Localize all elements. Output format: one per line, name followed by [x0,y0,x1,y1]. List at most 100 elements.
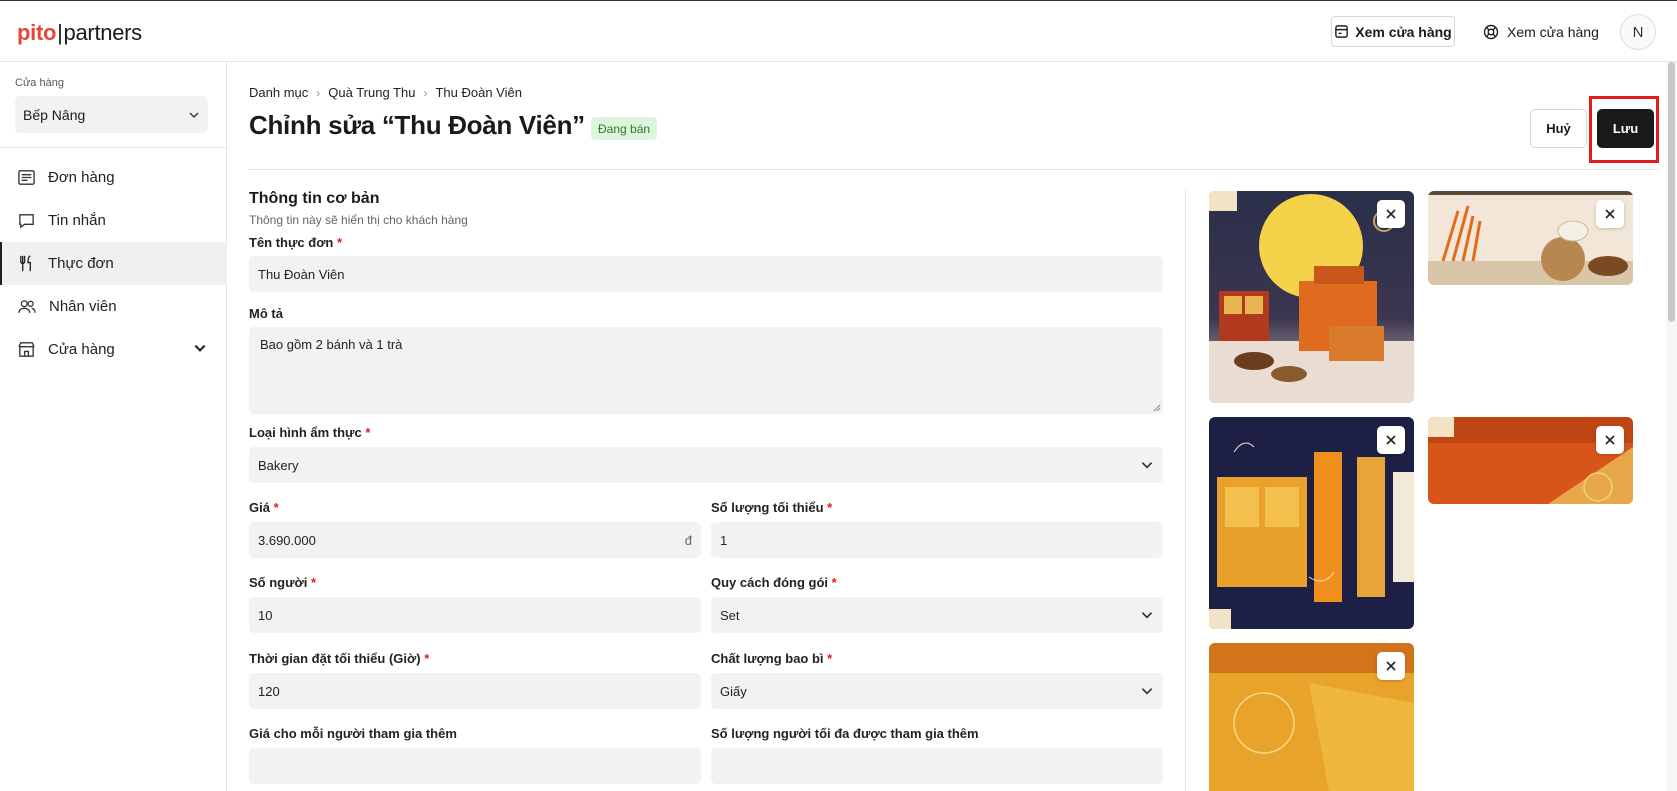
sidebar: Cửa hàng Bếp Nâng Đơn hàng Tin nhắn Thực… [0,62,227,791]
min-qty-label: Số lượng tối thiểu * [711,500,833,515]
store-select-value: Bếp Nâng [23,106,86,123]
logo-pito: pito [17,20,57,45]
header-divider [249,169,1658,170]
description-value: Bao gồm 2 bánh và 1 trà [260,337,403,352]
name-input-value: Thu Đoàn Viên [258,266,345,282]
sidebar-item-orders[interactable]: Đơn hàng [0,156,227,199]
sidebar-item-label: Nhân viên [49,298,117,315]
chat-icon [19,214,34,229]
section-title: Thông tin cơ bản [249,190,380,207]
name-label: Tên thực đơn * [249,235,343,250]
storefront-icon [1335,25,1349,38]
store-icon [18,342,35,357]
close-icon [1605,209,1615,219]
users-icon [18,300,36,313]
main-content: Danh mục › Quà Trung Thu › Thu Đoàn Viên… [228,62,1677,791]
logo-partners: partners [63,20,143,45]
close-icon [1386,209,1396,219]
view-store-link-label: Xem cửa hàng [1507,23,1599,40]
sidebar-divider [0,147,227,148]
store-select[interactable]: Bếp Nâng [15,96,208,133]
chevron-down-icon [1141,462,1153,469]
people-value: 10 [258,607,273,623]
price-label: Giá * [249,500,279,515]
cuisine-select[interactable]: Bakery [249,447,1163,483]
remove-image-button[interactable] [1377,200,1405,228]
product-image[interactable] [1428,191,1633,285]
close-icon [1605,435,1615,445]
product-image[interactable] [1209,643,1414,791]
receipt-icon [18,170,35,185]
view-store-link[interactable]: Xem cửa hàng [1483,16,1599,47]
name-input[interactable]: Thu Đoàn Viên [249,256,1163,292]
breadcrumb: Danh mục › Quà Trung Thu › Thu Đoàn Viên [249,85,522,100]
chevron-down-icon [189,112,199,118]
sidebar-item-label: Đơn hàng [48,169,115,186]
packaging-label: Quy cách đóng gói * [711,575,837,590]
description-textarea[interactable]: Bao gồm 2 bánh và 1 trà [249,327,1163,414]
currency-unit: đ [684,532,692,548]
sidebar-nav: Đơn hàng Tin nhắn Thực đơn Nhân viên Cửa… [0,156,227,371]
logo-separator: | [57,20,63,45]
cancel-button[interactable]: Huỷ [1530,109,1587,148]
min-qty-input[interactable]: 1 [711,522,1163,558]
view-store-label: Xem cửa hàng [1355,23,1452,40]
pack-quality-select[interactable]: Giấy [711,673,1163,709]
save-button[interactable]: Lưu [1597,109,1654,148]
chevron-down-icon [1141,612,1153,619]
chevron-down-icon [1141,688,1153,695]
column-divider [1185,190,1186,791]
sidebar-item-menu[interactable]: Thực đơn [0,242,227,285]
remove-image-button[interactable] [1377,426,1405,454]
min-qty-value: 1 [720,532,728,548]
max-extra-input[interactable] [711,748,1163,784]
sidebar-item-label: Thực đơn [48,255,114,272]
sidebar-item-store[interactable]: Cửa hàng [0,328,227,371]
remove-image-button[interactable] [1596,426,1624,454]
page-scrollbar[interactable] [1666,62,1677,791]
sidebar-item-messages[interactable]: Tin nhắn [0,199,227,242]
lead-time-value: 120 [258,683,280,699]
sidebar-item-label: Tin nhắn [48,212,106,229]
product-image[interactable] [1209,417,1414,629]
lead-time-label: Thời gian đặt tối thiểu (Giờ) * [249,651,430,666]
pack-quality-value: Giấy [720,683,747,699]
close-icon [1386,661,1396,671]
breadcrumb-item[interactable]: Quà Trung Thu [328,85,415,100]
avatar[interactable]: N [1620,14,1656,50]
remove-image-button[interactable] [1596,200,1624,228]
remove-image-button[interactable] [1377,652,1405,680]
chevron-down-icon[interactable] [193,341,207,355]
store-label: Cửa hàng [15,77,64,89]
max-extra-label: Số lượng người tối đa được tham gia thêm [711,726,979,741]
sidebar-item-label: Cửa hàng [48,341,115,358]
packaging-select[interactable]: Set [711,597,1163,633]
product-image[interactable] [1209,191,1414,403]
extra-price-input[interactable] [249,748,701,784]
product-image[interactable] [1428,417,1633,504]
breadcrumb-item-current: Thu Đoàn Viên [435,85,522,100]
sidebar-item-staff[interactable]: Nhân viên [0,285,227,328]
packaging-value: Set [720,607,740,623]
chevron-right-icon: › [316,85,321,100]
utensils-icon [20,255,31,272]
price-input[interactable]: 3.690.000 đ [249,522,701,558]
lead-time-input[interactable]: 120 [249,673,701,709]
pack-quality-label: Chất lượng bao bì * [711,651,833,666]
pito-partners-logo[interactable]: pito|partners [17,20,142,46]
extra-price-label: Giá cho mỗi người tham gia thêm [249,726,457,741]
people-label: Số người * [249,575,317,590]
resize-handle-icon[interactable] [1153,404,1161,412]
price-value: 3.690.000 [258,532,316,548]
status-badge: Đang bán [591,117,658,140]
support-icon [1483,24,1499,39]
close-icon [1386,435,1396,445]
scrollbar-thumb[interactable] [1668,62,1675,322]
cuisine-label: Loại hình ẩm thực * [249,425,371,440]
section-subtitle: Thông tin này sẽ hiển thị cho khách hàng [249,213,468,227]
top-bar: pito|partners Xem cửa hàng Xem cửa hàng … [0,0,1677,62]
chevron-right-icon: › [423,85,428,100]
breadcrumb-item[interactable]: Danh mục [249,85,308,100]
view-store-button[interactable]: Xem cửa hàng [1331,16,1455,47]
people-input[interactable]: 10 [249,597,701,633]
